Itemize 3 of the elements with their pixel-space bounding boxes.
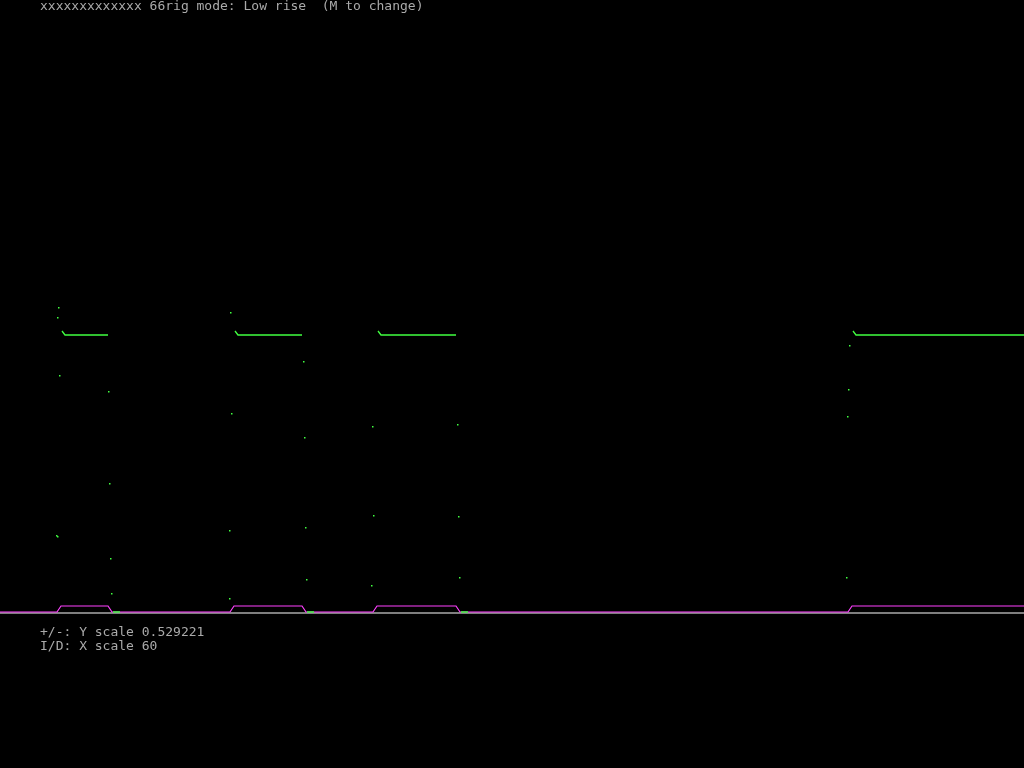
- status-line: xxxxxxxxxxxxx 66rig mode: Low rise (M to change): [40, 0, 424, 13]
- key-hint: I/D: X scale 60: [40, 639, 158, 652]
- key-hint: +/-: Y scale 0.529221: [40, 625, 205, 638]
